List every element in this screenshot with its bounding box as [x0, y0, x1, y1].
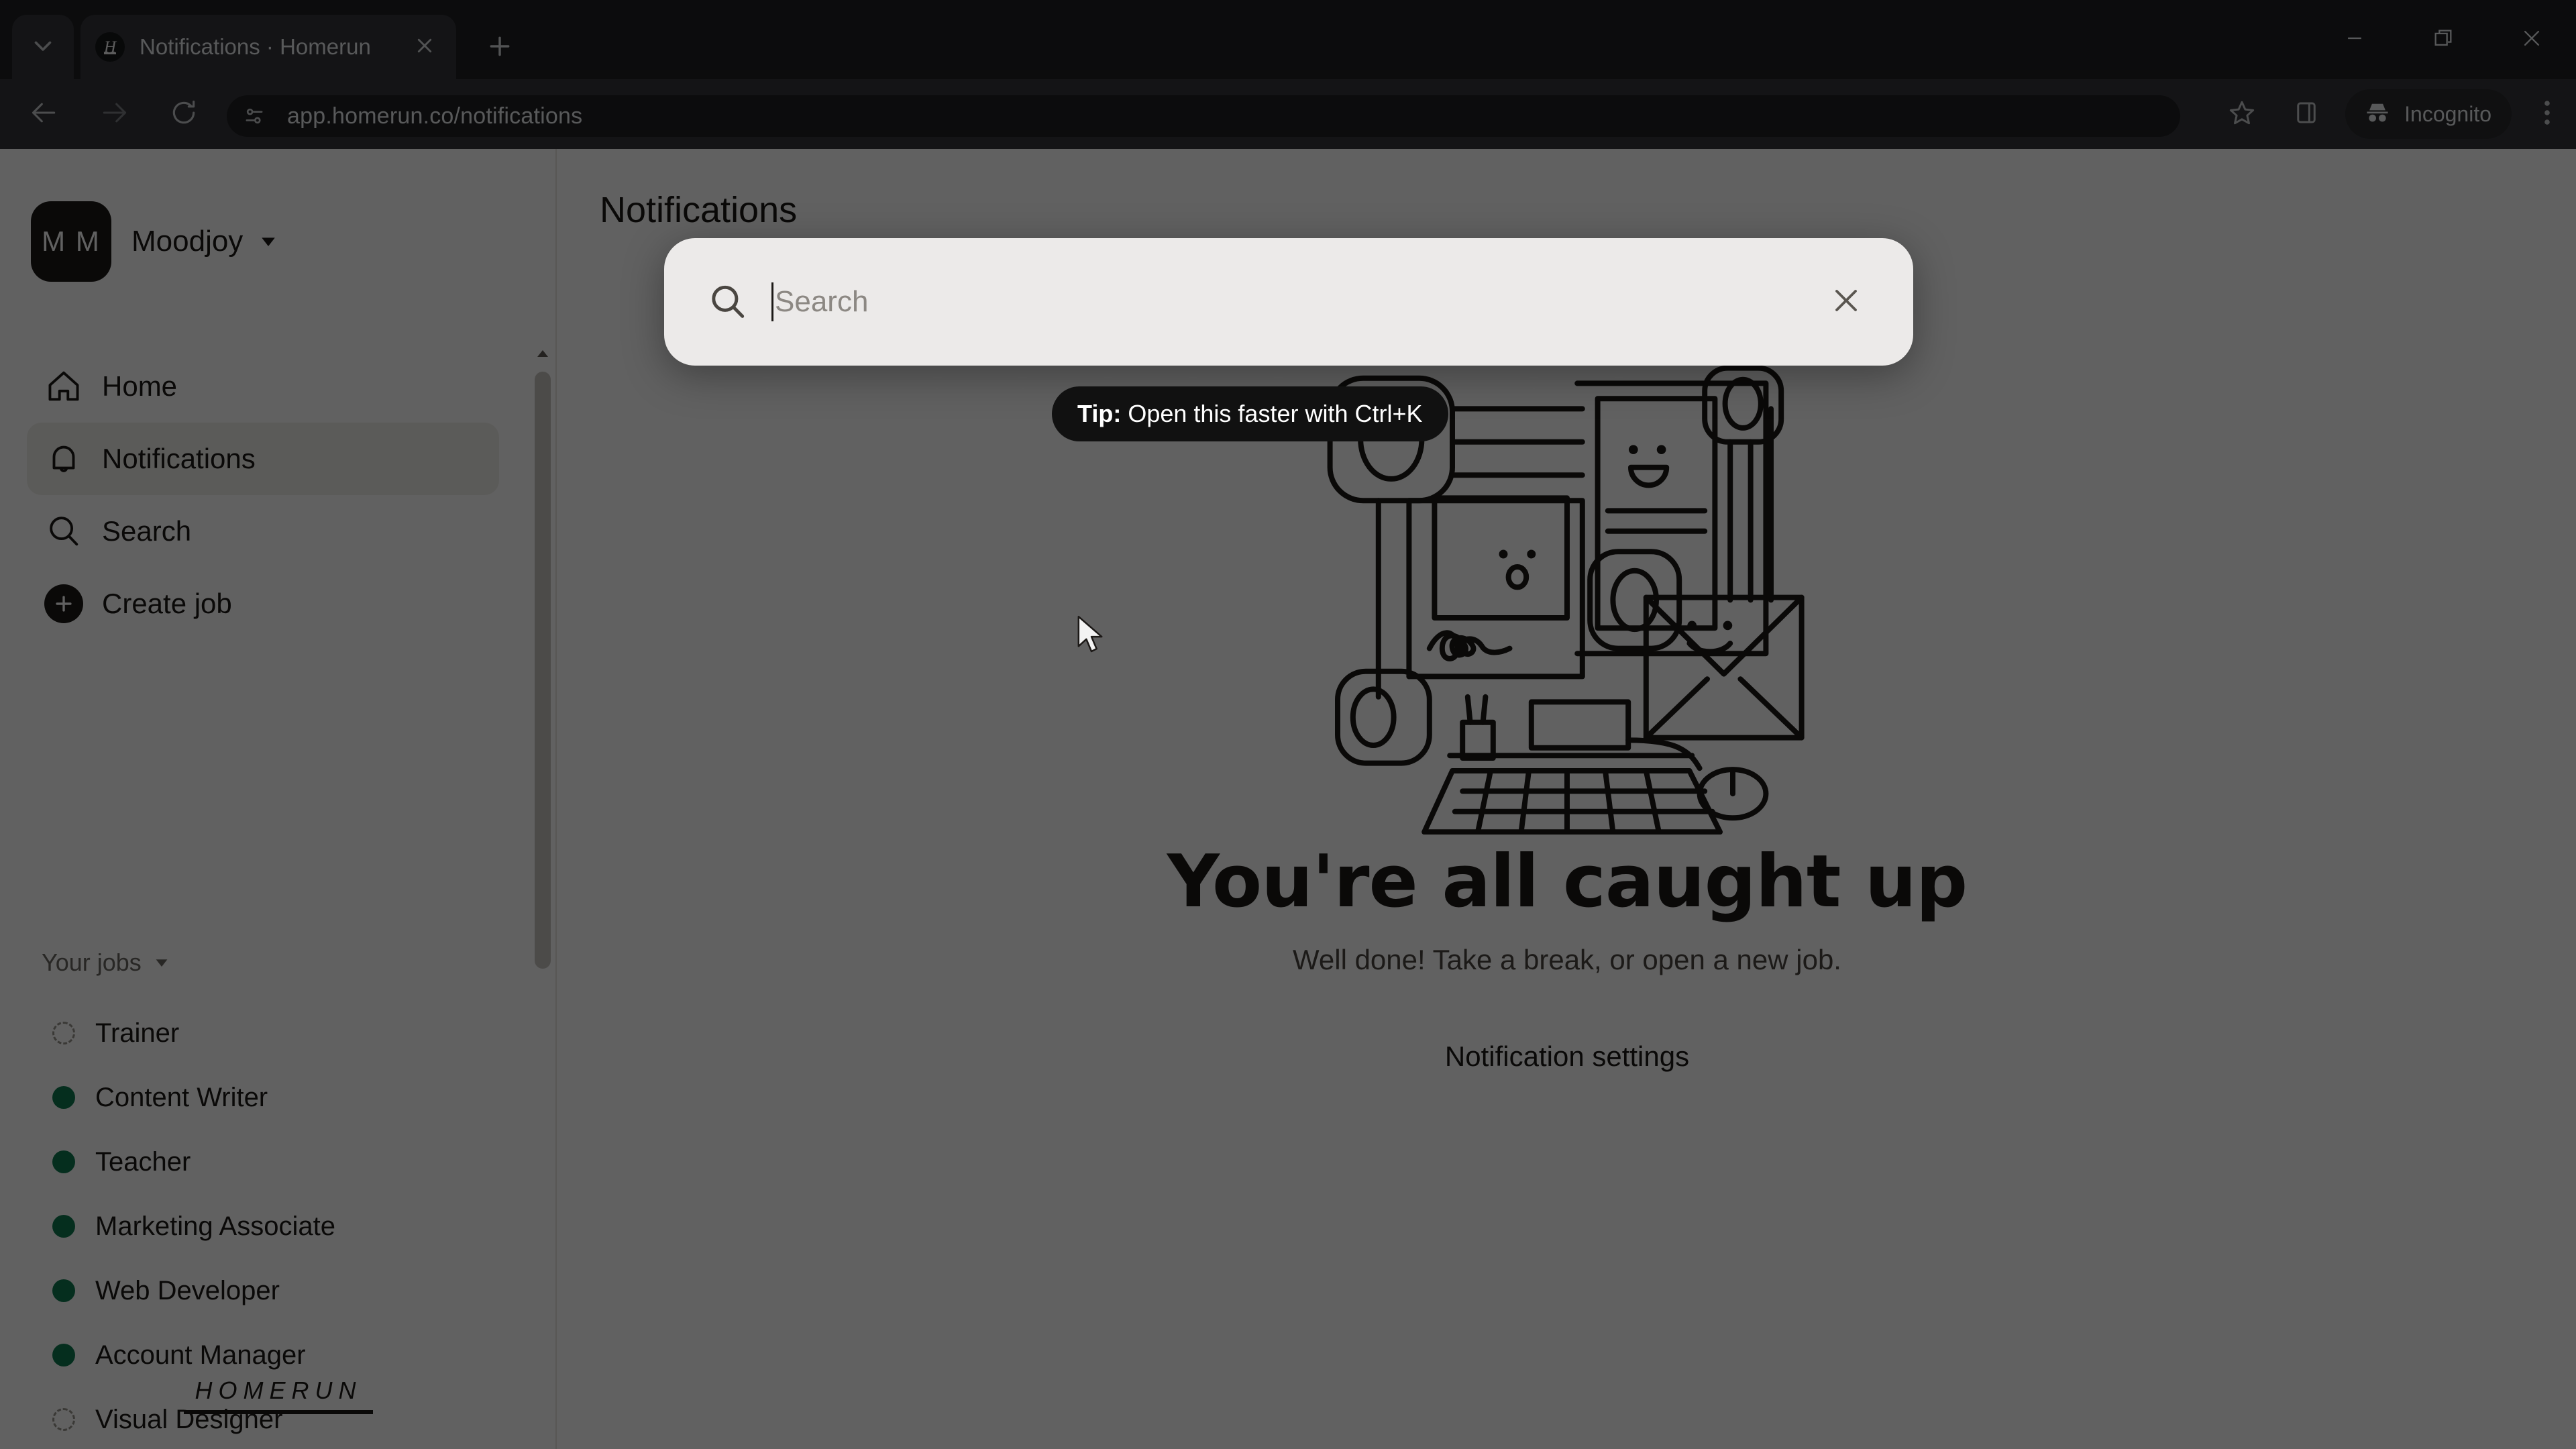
browser-window: H Notifications · Homerun: [0, 0, 2576, 1449]
tip-text: Open this faster with Ctrl+K: [1128, 400, 1423, 427]
modal-overlay[interactable]: [0, 0, 2576, 1449]
search-input[interactable]: Search: [771, 278, 1817, 325]
close-icon: [1830, 284, 1862, 320]
search-dialog[interactable]: Search: [664, 238, 1913, 366]
text-caret: [771, 282, 773, 321]
search-placeholder: Search: [775, 285, 869, 318]
search-icon: [707, 281, 749, 323]
clear-search-button[interactable]: [1817, 271, 1876, 333]
tip-prefix: Tip:: [1077, 400, 1122, 427]
keyboard-shortcut-tip: Tip: Open this faster with Ctrl+K: [1052, 386, 1448, 441]
mouse-cursor: [1076, 614, 1107, 657]
